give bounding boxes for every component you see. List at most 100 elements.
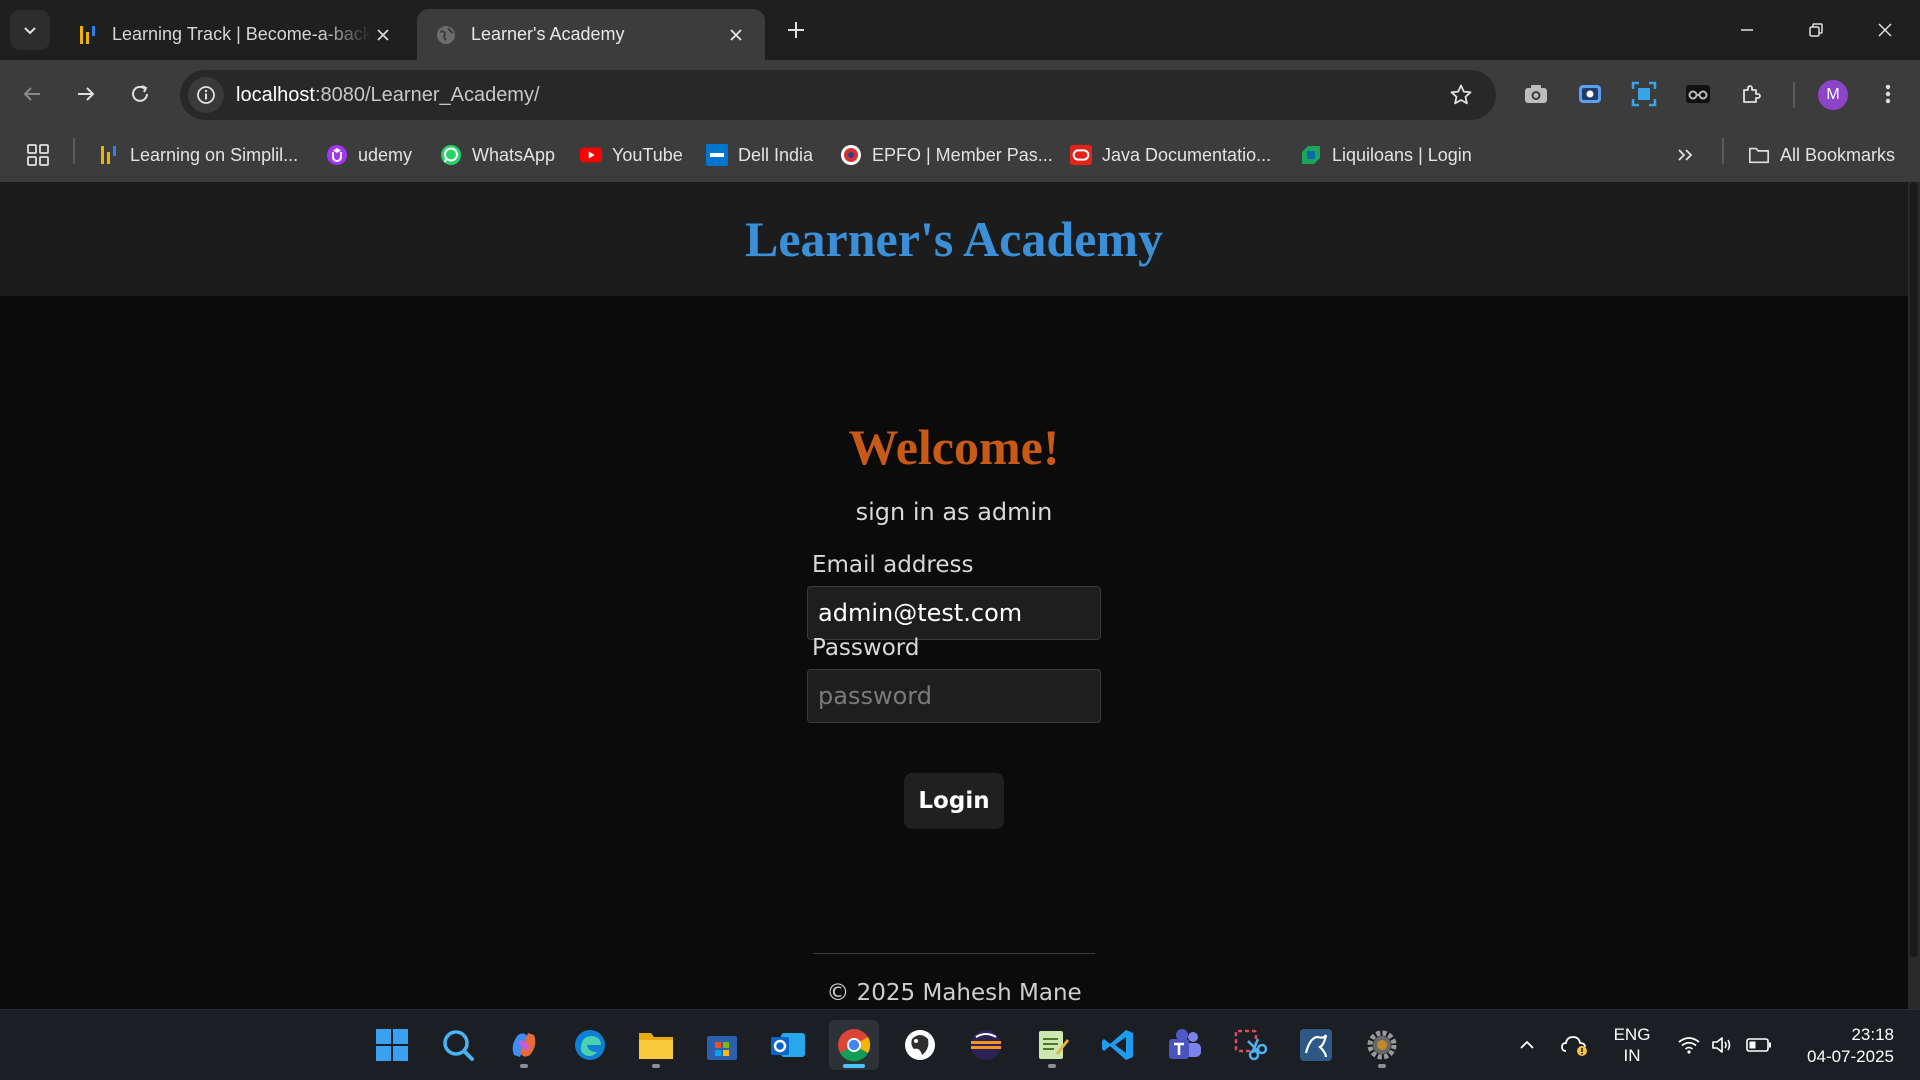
bookmarks-overflow-button[interactable] — [1676, 140, 1694, 170]
back-button[interactable] — [12, 74, 52, 114]
running-indicator — [843, 1064, 865, 1068]
bookmark-liquiloans[interactable]: Liquiloans | Login — [1300, 140, 1472, 170]
all-bookmarks-button[interactable]: All Bookmarks — [1748, 140, 1895, 170]
snipping-tool-app[interactable] — [1225, 1020, 1275, 1070]
bookmark-label: Liquiloans | Login — [1332, 144, 1472, 165]
copilot-app[interactable] — [499, 1020, 549, 1070]
url-host: localhost — [236, 83, 315, 106]
chrome-menu-button[interactable] — [1870, 76, 1906, 112]
tab-learners-academy[interactable]: Learner's Academy — [417, 9, 765, 60]
battery-status[interactable] — [1744, 1020, 1774, 1070]
arrow-right-icon — [78, 87, 95, 101]
screen: Learning Track | Become-a-backend Learne… — [0, 0, 1920, 1080]
tab-close-button[interactable] — [372, 24, 394, 46]
password-field[interactable] — [807, 669, 1101, 723]
input-language-indicator[interactable]: ENG IN — [1604, 1024, 1660, 1066]
file-explorer-icon — [639, 1033, 673, 1059]
tab-search-button[interactable] — [10, 10, 50, 50]
show-hidden-icons-button[interactable] — [1512, 1020, 1542, 1070]
bookmark-whatsapp[interactable]: WhatsApp — [440, 140, 555, 170]
eclipse-app[interactable] — [961, 1020, 1011, 1070]
bookmark-label: EPFO | Member Pas... — [872, 144, 1053, 165]
bookmark-youtube[interactable]: YouTube — [580, 140, 683, 170]
apps-grid-icon — [27, 144, 49, 166]
bookmark-java-docs[interactable]: Java Documentatio... — [1070, 140, 1271, 170]
profile-avatar[interactable]: M — [1818, 80, 1848, 110]
oracle-icon — [1070, 144, 1092, 166]
site-info-button[interactable] — [188, 77, 224, 113]
start-icon — [376, 1029, 408, 1061]
browser-toolbar: localhost:8080/Learner_Academy/ M — [0, 60, 1920, 128]
search-button[interactable] — [433, 1020, 483, 1070]
chevron-up-icon — [1520, 1040, 1534, 1049]
kebab-menu-icon — [1885, 84, 1891, 104]
email-field[interactable] — [807, 586, 1101, 640]
settings-icon — [1367, 1030, 1397, 1060]
pgadmin-app[interactable] — [895, 1020, 945, 1070]
spy-icon — [1686, 85, 1710, 103]
bookmark-label: Dell India — [738, 144, 814, 165]
volume-status[interactable] — [1708, 1020, 1738, 1070]
liquiloans-icon — [1300, 144, 1322, 166]
password-label: Password — [812, 635, 920, 661]
microsoft-store-app[interactable] — [697, 1020, 747, 1070]
onedrive-status[interactable] — [1558, 1020, 1592, 1070]
page-scrollbar[interactable] — [1908, 182, 1920, 1009]
footer-divider — [813, 953, 1095, 954]
reload-icon — [132, 85, 148, 102]
bookmark-dell[interactable]: Dell India — [706, 140, 813, 170]
site-header: Learner's Academy — [0, 182, 1908, 296]
extension-capture[interactable] — [1626, 76, 1662, 112]
extension-incognito[interactable] — [1680, 76, 1716, 112]
vscode-app[interactable] — [1093, 1020, 1143, 1070]
toolbar-separator — [1793, 82, 1795, 108]
file-explorer-app[interactable] — [631, 1020, 681, 1070]
edge-icon — [575, 1030, 605, 1060]
clock[interactable]: 23:18 04-07-2025 — [1776, 1024, 1894, 1068]
epfo-icon — [840, 144, 862, 166]
mysql-workbench-app[interactable] — [1291, 1020, 1341, 1070]
reload-button[interactable] — [120, 74, 160, 114]
restore-button[interactable] — [1793, 10, 1839, 50]
address-bar[interactable]: localhost:8080/Learner_Academy/ — [180, 70, 1496, 120]
forward-button[interactable] — [66, 74, 106, 114]
bookmark-label: WhatsApp — [472, 144, 556, 165]
bookmark-label: YouTube — [612, 144, 683, 165]
login-button[interactable]: Login — [904, 773, 1004, 829]
tab-learning-track[interactable]: Learning Track | Become-a-backend — [60, 9, 412, 60]
bookmark-epfo[interactable]: EPFO | Member Pas... — [840, 140, 1053, 170]
url-text: localhost:8080/Learner_Academy/ — [236, 84, 540, 107]
extension-screenshot[interactable] — [1518, 76, 1554, 112]
tab-strip: Learning Track | Become-a-backend Learne… — [0, 0, 1920, 60]
bookmark-simplilearn[interactable]: Learning on Simplil... — [98, 140, 298, 170]
close-window-button[interactable] — [1862, 10, 1908, 50]
udemy-icon — [326, 144, 348, 166]
scrollbar-thumb[interactable] — [1910, 182, 1918, 957]
wifi-icon — [1678, 1037, 1700, 1054]
bookmark-label: udemy — [358, 144, 413, 165]
apps-button[interactable] — [26, 140, 50, 170]
start-button[interactable] — [367, 1020, 417, 1070]
outlook-app[interactable] — [763, 1020, 813, 1070]
bookmarks-separator — [73, 138, 75, 164]
bookmark-udemy[interactable]: udemy — [326, 140, 412, 170]
wifi-status[interactable] — [1674, 1020, 1704, 1070]
new-tab-button[interactable] — [780, 14, 812, 46]
chrome-app[interactable] — [829, 1020, 879, 1070]
settings-app[interactable] — [1357, 1020, 1407, 1070]
region-code: IN — [1623, 1046, 1641, 1065]
minimize-button[interactable] — [1724, 10, 1770, 50]
running-indicator — [652, 1064, 660, 1068]
edge-app[interactable] — [565, 1020, 615, 1070]
teams-app[interactable] — [1159, 1020, 1209, 1070]
puzzle-icon — [1743, 85, 1761, 103]
bookmark-label: Learning on Simplil... — [130, 144, 299, 165]
clock-date: 04-07-2025 — [1807, 1047, 1894, 1066]
extension-screen-recorder[interactable] — [1572, 76, 1608, 112]
bookmark-star-button[interactable] — [1448, 82, 1474, 108]
bookmark-label: Java Documentatio... — [1102, 144, 1272, 165]
tab-close-button[interactable] — [725, 24, 747, 46]
notepad-app[interactable] — [1027, 1020, 1077, 1070]
vscode-icon — [1102, 1030, 1133, 1060]
extensions-button[interactable] — [1734, 76, 1770, 112]
